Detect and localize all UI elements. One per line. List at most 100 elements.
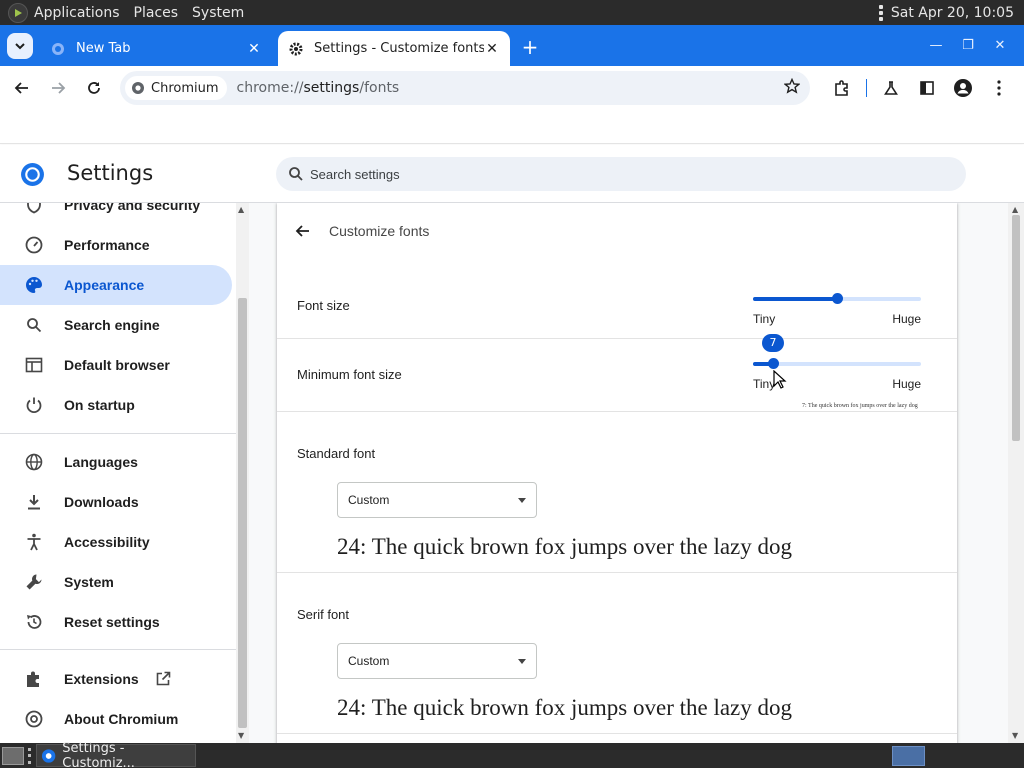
arrow-right-icon [52,82,66,94]
browser-toolbar: Chromium chrome://settings/fonts [0,66,1024,110]
search-settings-box[interactable] [276,157,966,191]
standard-font-select[interactable]: Custom [337,482,537,518]
taskbar-window-button[interactable]: Settings - Customiz... [36,741,196,768]
flask-icon [884,81,898,95]
sidebar-item-reset[interactable]: Reset settings [0,602,232,642]
new-tab-button[interactable]: + [518,37,542,61]
sidebar-item-privacy[interactable]: Privacy and security [0,203,232,225]
tab-search-button[interactable] [7,33,33,59]
sidebar-item-accessibility[interactable]: Accessibility [0,522,232,562]
system-menu[interactable]: System [192,5,244,21]
external-link-icon [155,671,171,687]
scroll-down-arrow-icon[interactable]: ▼ [238,731,244,740]
download-icon [24,492,44,512]
main-scrollbar[interactable]: ▲ ▼ [1008,203,1024,743]
extensions-button[interactable] [824,70,860,106]
sidebar-item-performance[interactable]: Performance [0,225,232,265]
workspace-switcher[interactable] [892,746,925,766]
sidebar-divider [0,433,236,434]
sidebar-divider [0,649,236,650]
side-panel-button[interactable] [909,70,945,106]
accessibility-icon [24,532,44,552]
slider-max-label: Huge [892,377,921,391]
serif-font-title: Serif font [297,607,350,622]
close-tab-icon[interactable]: ✕ [246,41,262,57]
search-input[interactable] [310,166,910,182]
sidebar-item-languages[interactable]: Languages [0,442,232,482]
back-arrow-icon[interactable] [293,221,313,241]
shield-icon [24,203,44,215]
sidebar-scrollbar[interactable]: ▲ ▼ [236,203,249,743]
standard-font-sample: 24: The quick brown fox jumps over the l… [337,534,793,559]
minimize-icon[interactable]: — [920,35,952,55]
applications-menu[interactable]: Applications [34,5,120,21]
sidebar-item-system[interactable]: System [0,562,232,602]
settings-main: Customize fonts Font size Tiny Huge Mini… [249,203,1008,743]
bookmarks-bar [0,110,1024,144]
sidebar-item-about[interactable]: About Chromium [0,699,232,739]
scrollbar-thumb[interactable] [1012,215,1020,441]
address-bar[interactable]: Chromium chrome://settings/fonts [120,71,810,105]
chromium-icon [132,82,144,94]
labs-button[interactable] [873,70,909,106]
palette-icon [24,275,44,295]
gnome-foot-icon[interactable] [8,2,28,23]
reload-button[interactable] [76,70,112,106]
menu-button[interactable] [981,70,1017,106]
puzzle-icon [835,80,848,96]
customize-fonts-card: Customize fonts Font size Tiny Huge Mini… [277,203,957,743]
font-size-slider[interactable] [753,293,921,304]
site-info-chip[interactable]: Chromium [125,76,227,100]
places-menu[interactable]: Places [134,5,179,21]
globe-icon [50,41,66,57]
chip-label: Chromium [151,80,219,96]
serif-font-select[interactable]: Custom [337,643,537,679]
slider-knob[interactable] [768,358,779,369]
puzzle-icon [24,669,44,689]
profile-button[interactable] [945,70,981,106]
page-title: Settings [67,161,154,185]
tab-title: Settings - Customize fonts [314,41,484,56]
sidebar-item-search-engine[interactable]: Search engine [0,305,232,345]
clock[interactable]: Sat Apr 20, 10:05 [891,5,1014,21]
font-size-label: Font size [297,298,350,313]
scroll-up-arrow-icon[interactable]: ▲ [238,205,244,214]
min-font-size-slider[interactable] [753,358,921,369]
scroll-up-arrow-icon[interactable]: ▲ [1012,205,1018,214]
chromium-icon [41,748,56,763]
slider-value-bubble: 7 [762,334,784,352]
settings-header: Settings [0,145,1024,203]
slider-max-label: Huge [892,312,921,326]
dropdown-caret-icon [518,498,526,503]
reload-icon [88,82,100,94]
tab-settings[interactable]: Settings - Customize fonts ✕ [278,31,510,66]
avatar-icon [954,79,972,97]
sidebar-item-appearance[interactable]: Appearance [0,265,232,305]
search-icon [289,167,303,181]
kebab-menu-icon [997,80,1001,96]
wrench-icon [24,572,44,592]
side-panel-icon [920,81,934,95]
serif-font-sample: 24: The quick brown fox jumps over the l… [337,695,793,720]
sidebar-item-extensions[interactable]: Extensions [0,659,232,699]
url-text: chrome://settings/fonts [236,80,400,96]
close-tab-icon[interactable]: ✕ [484,41,500,57]
sidebar-item-downloads[interactable]: Downloads [0,482,232,522]
tab-new-tab[interactable]: New Tab ✕ [40,31,272,66]
bookmark-star-icon[interactable] [783,77,801,98]
sidebar-item-on-startup[interactable]: On startup [0,385,232,425]
close-window-icon[interactable]: ✕ [984,35,1016,55]
maximize-icon[interactable]: ❐ [952,35,984,55]
back-button[interactable] [4,70,40,106]
slider-min-label: Tiny [753,312,776,326]
search-icon [24,315,44,335]
scrollbar-thumb[interactable] [238,298,247,728]
forward-button[interactable] [40,70,76,106]
min-font-size-label: Minimum font size [297,367,402,382]
dropdown-caret-icon [518,659,526,664]
scroll-down-arrow-icon[interactable]: ▼ [1012,731,1018,740]
slider-knob[interactable] [832,293,843,304]
sidebar-item-default-browser[interactable]: Default browser [0,345,232,385]
chevron-down-icon [15,43,25,50]
show-desktop-icon[interactable] [2,746,24,765]
